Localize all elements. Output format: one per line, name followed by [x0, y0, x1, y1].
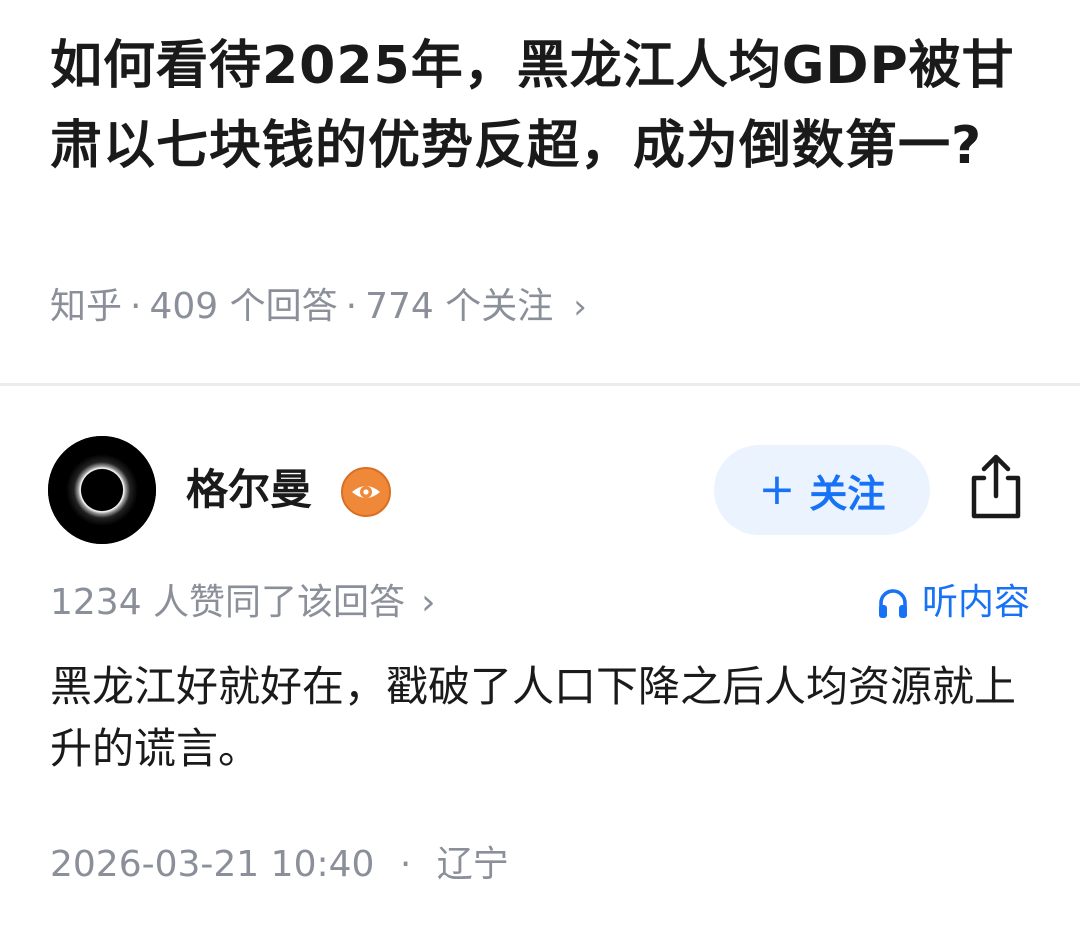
question-meta[interactable]: 知乎 · 409 个回答 · 774 个关注 › [50, 282, 587, 332]
chevron-right-icon: › [421, 582, 436, 623]
answer-timestamp: 2026-03-21 10:40 · 辽宁 [50, 840, 509, 890]
source-label: 知乎 [50, 286, 123, 327]
meta-separator: · [130, 286, 142, 327]
share-icon[interactable] [964, 452, 1028, 522]
answer-content[interactable]: 黑龙江好就好在，戳破了人口下降之后人均资源就上升的谎言。 [50, 656, 1035, 780]
question-title[interactable]: 如何看待2025年，黑龙江人均GDP被甘肃以七块钱的优势反超，成为倒数第一? [50, 26, 1040, 186]
answer-datetime: 2026-03-21 10:40 [50, 844, 375, 885]
listen-button[interactable]: 听内容 [876, 578, 1030, 628]
avatar[interactable] [48, 436, 156, 544]
upvote-count-text: 1234 人赞同了该回答 [50, 582, 406, 623]
answer-location: 辽宁 [436, 844, 509, 885]
section-divider [0, 383, 1080, 386]
follow-label: 关注 [809, 471, 886, 516]
eye-badge-icon [340, 466, 392, 518]
meta-separator: · [345, 286, 358, 327]
chevron-right-icon: › [573, 287, 587, 327]
follow-button[interactable]: + 关注 [714, 445, 930, 535]
plus-icon: + [758, 464, 796, 515]
listen-label: 听内容 [921, 582, 1030, 623]
upvote-info[interactable]: 1234 人赞同了该回答 › [50, 578, 435, 628]
eclipse-avatar-icon [48, 436, 156, 544]
answer-count: 409 个回答 [149, 286, 338, 327]
time-separator: · [399, 844, 412, 885]
author-name[interactable]: 格尔曼 [186, 460, 312, 520]
headphones-icon [878, 589, 907, 618]
follow-count: 774 个关注 [365, 286, 554, 327]
